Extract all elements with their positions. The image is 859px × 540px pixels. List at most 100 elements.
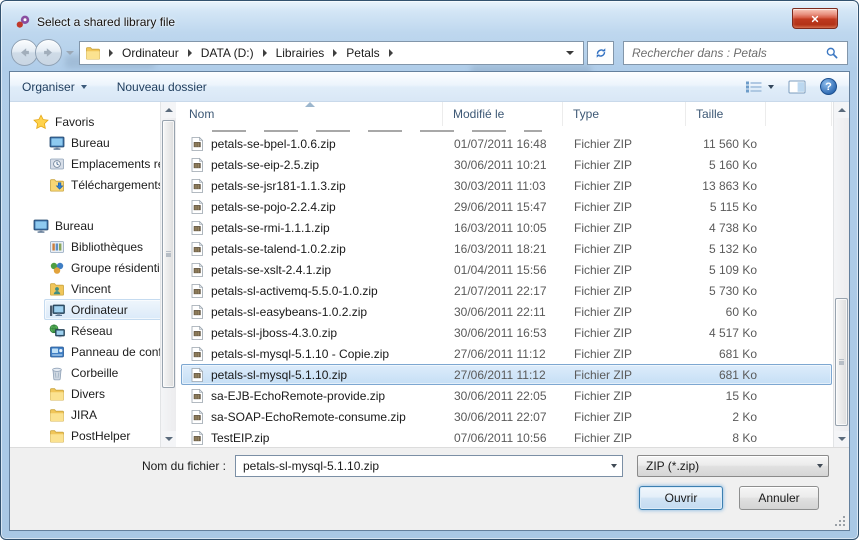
open-button[interactable]: Ouvrir	[639, 486, 723, 510]
zip-file-icon	[189, 157, 205, 173]
file-row[interactable]	[181, 126, 832, 133]
filename-dropdown-button[interactable]	[605, 456, 622, 476]
command-toolbar: Organiser Nouveau dossier ?	[10, 72, 849, 102]
scroll-up-button[interactable]	[161, 102, 176, 118]
file-name: sa-SOAP-EchoRemote-consume.zip	[211, 410, 406, 424]
breadcrumb-item[interactable]: DATA (D:)	[200, 46, 255, 60]
zip-file-icon	[189, 367, 205, 383]
sidebar-scrollbar[interactable]	[160, 102, 176, 447]
file-row[interactable]: petals-se-eip-2.5.zip 30/06/2011 10:21 F…	[181, 154, 832, 175]
sidebar-item-icon	[49, 302, 65, 318]
file-size: 5 730 Ko	[687, 284, 767, 298]
sidebar-item-icon	[49, 344, 65, 360]
file-row[interactable]: petals-se-bpel-1.0.6.zip 01/07/2011 16:4…	[181, 133, 832, 154]
back-button[interactable]	[11, 39, 38, 66]
forward-arrow-icon	[41, 45, 56, 60]
folder-icon	[85, 45, 101, 61]
forward-button[interactable]	[35, 39, 62, 66]
chevron-down-icon	[81, 85, 87, 89]
sidebar-item[interactable]: Vincent	[44, 278, 168, 299]
column-header-size[interactable]: Taille	[686, 102, 766, 126]
dialog-footer: Nom du fichier : petals-sl-mysql-5.1.10.…	[10, 447, 849, 530]
column-header-filler	[766, 102, 832, 126]
scroll-down-button[interactable]	[834, 431, 849, 447]
breadcrumb-separator-icon[interactable]	[389, 49, 393, 57]
file-row[interactable]: petals-sl-mysql-5.1.10.zip 27/06/2011 11…	[181, 364, 832, 385]
file-list-scrollbar[interactable]	[833, 102, 849, 447]
history-dropdown-icon[interactable]	[66, 51, 74, 55]
sidebar-item[interactable]: Corbeille	[44, 362, 168, 383]
file-row[interactable]: petals-sl-easybeans-1.0.2.zip 30/06/2011…	[181, 301, 832, 322]
filetype-filter-dropdown[interactable]: ZIP (*.zip)	[637, 455, 829, 477]
sidebar-item[interactable]: PostHelper	[44, 425, 168, 446]
file-size: 4 738 Ko	[687, 221, 767, 235]
breadcrumb-separator-icon[interactable]	[333, 49, 337, 57]
scrollbar-thumb[interactable]	[162, 120, 175, 388]
cancel-button[interactable]: Annuler	[739, 486, 819, 510]
filename-combobox[interactable]: petals-sl-mysql-5.1.10.zip	[235, 455, 623, 477]
change-view-button[interactable]	[745, 80, 774, 94]
navigation-bar: Ordinateur DATA (D:) Librairies	[11, 39, 848, 66]
breadcrumb-separator-icon[interactable]	[109, 49, 113, 57]
preview-pane-button[interactable]	[788, 80, 806, 94]
scroll-down-button[interactable]	[161, 431, 176, 447]
sidebar-item[interactable]: Réseau	[44, 320, 168, 341]
refresh-button[interactable]	[587, 41, 614, 65]
sidebar-item[interactable]: Bibliothèques	[44, 236, 168, 257]
sidebar-item[interactable]: Favoris	[28, 111, 150, 132]
file-row[interactable]: petals-sl-mysql-5.1.10 - Copie.zip 27/06…	[181, 343, 832, 364]
search-input[interactable]: Rechercher dans : Petals	[623, 41, 848, 65]
sidebar-item[interactable]: Divers	[44, 383, 168, 404]
file-row[interactable]: petals-se-xslt-2.4.1.zip 01/04/2011 15:5…	[181, 259, 832, 280]
resize-grip[interactable]	[833, 514, 846, 527]
file-row[interactable]: petals-se-talend-1.0.2.zip 16/03/2011 18…	[181, 238, 832, 259]
scrollbar-thumb[interactable]	[835, 298, 848, 426]
file-row[interactable]: petals-sl-activemq-5.5.0-1.0.zip 21/07/2…	[181, 280, 832, 301]
filename-value[interactable]: petals-sl-mysql-5.1.10.zip	[236, 459, 605, 473]
file-row[interactable]: TestEIP.zip 07/06/2011 10:56 Fichier ZIP…	[181, 427, 832, 448]
file-row[interactable]: petals-se-rmi-1.1.1.zip 16/03/2011 10:05…	[181, 217, 832, 238]
sidebar-item-icon	[49, 407, 65, 423]
search-icon	[825, 46, 839, 60]
file-type: Fichier ZIP	[564, 347, 687, 361]
file-modified-date: 01/07/2011 16:48	[444, 137, 564, 151]
window-title: Select a shared library file	[37, 15, 175, 29]
file-row[interactable]: petals-sl-jboss-4.3.0.zip 30/06/2011 16:…	[181, 322, 832, 343]
file-row[interactable]: petals-se-jsr181-1.1.3.zip 30/03/2011 11…	[181, 175, 832, 196]
column-header-modified[interactable]: Modifié le	[443, 102, 563, 126]
file-row[interactable]: sa-EJB-EchoRemote-provide.zip 30/06/2011…	[181, 385, 832, 406]
dialog-body: Organiser Nouveau dossier ?	[9, 71, 850, 531]
file-row[interactable]: sa-SOAP-EchoRemote-consume.zip 30/06/201…	[181, 406, 832, 427]
sidebar-item-icon	[33, 218, 49, 234]
close-button[interactable]	[792, 8, 838, 29]
new-folder-button[interactable]: Nouveau dossier	[117, 80, 207, 94]
main-area: Favoris Bureau Emplacements ré	[10, 102, 849, 447]
file-name: petals-se-pojo-2.2.4.zip	[211, 200, 336, 214]
breadcrumb-item[interactable]: Librairies	[275, 46, 326, 60]
address-dropdown-icon[interactable]	[566, 51, 574, 55]
breadcrumb-items: Ordinateur DATA (D:) Librairies	[121, 46, 401, 60]
sidebar-item[interactable]: Bureau	[28, 215, 150, 236]
sidebar-item[interactable]: Panneau de conf	[44, 341, 168, 362]
back-arrow-icon	[17, 45, 32, 60]
organize-menu-button[interactable]: Organiser	[22, 80, 87, 94]
sidebar-item[interactable]: JIRA	[44, 404, 168, 425]
file-name: petals-sl-activemq-5.5.0-1.0.zip	[211, 284, 378, 298]
breadcrumb-item[interactable]: Ordinateur	[121, 46, 180, 60]
file-size: 5 132 Ko	[687, 242, 767, 256]
breadcrumb-separator-icon[interactable]	[263, 49, 267, 57]
breadcrumb-separator-icon[interactable]	[188, 49, 192, 57]
column-header-type[interactable]: Type	[563, 102, 686, 126]
filter-dropdown-button[interactable]	[811, 456, 828, 476]
help-button[interactable]: ?	[820, 78, 837, 95]
sidebar-item[interactable]: Ordinateur	[44, 299, 168, 320]
sidebar-item[interactable]: Téléchargements	[44, 174, 168, 195]
search-placeholder: Rechercher dans : Petals	[632, 46, 825, 60]
breadcrumb-item[interactable]: Petals	[345, 46, 380, 60]
sidebar-item[interactable]: Bureau	[44, 132, 168, 153]
scroll-up-button[interactable]	[834, 102, 849, 118]
file-row[interactable]: petals-se-pojo-2.2.4.zip 29/06/2011 15:4…	[181, 196, 832, 217]
sidebar-item[interactable]: Groupe résidenti	[44, 257, 168, 278]
scroll-down-icon	[838, 437, 846, 441]
sidebar-item[interactable]: Emplacements ré	[44, 153, 168, 174]
